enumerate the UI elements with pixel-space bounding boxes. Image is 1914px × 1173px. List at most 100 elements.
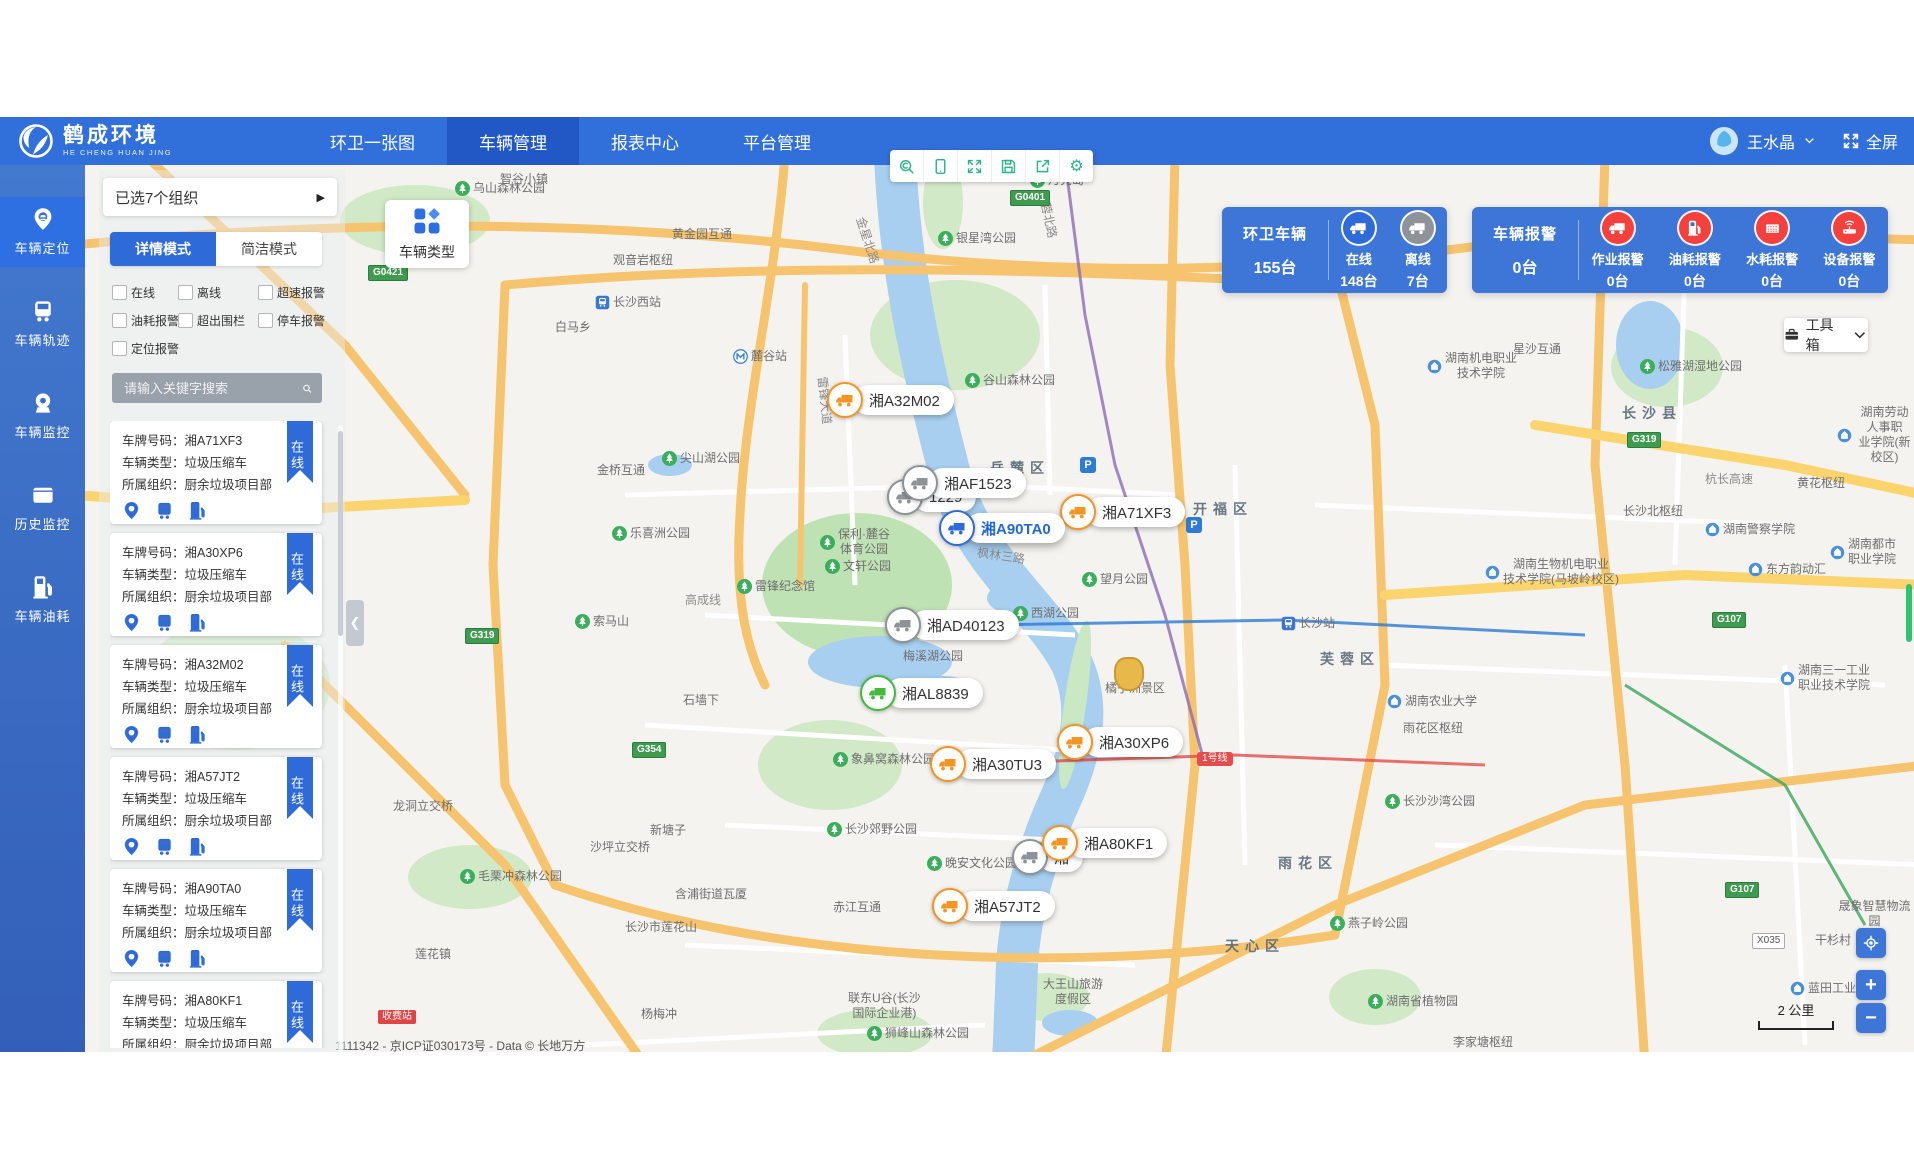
org-selector[interactable]: 已选7个组织 ▶	[103, 178, 337, 216]
share-button[interactable]	[1026, 150, 1060, 182]
toolbox-button[interactable]: 工具箱	[1784, 318, 1868, 352]
nav-tab-1[interactable]: 环卫一张图	[298, 117, 447, 165]
vehicle-track-icon[interactable]	[155, 837, 174, 856]
district-label: 天心区	[1225, 938, 1285, 956]
vehicle-marker[interactable]: 湘A80KF1	[1042, 825, 1167, 861]
checkbox-icon[interactable]	[112, 341, 127, 356]
vehicle-type-button[interactable]: 车辆类型	[385, 200, 469, 268]
truck-marker-icon	[939, 510, 975, 546]
checkbox-icon[interactable]	[258, 285, 273, 300]
vehicle-fuel-icon[interactable]	[188, 501, 207, 520]
marker-plate-label: 湘A30XP6	[1083, 727, 1183, 757]
marker-plate-label: 湘A57JT2	[958, 891, 1055, 921]
vehicle-marker[interactable]: 湘A90TA0	[939, 510, 1065, 546]
map-label: 莲花镇	[415, 947, 451, 962]
expand-button[interactable]	[958, 150, 992, 182]
filter-1[interactable]: 在线	[112, 284, 178, 301]
truck-marker-icon	[1057, 724, 1093, 760]
locate-vehicle-icon[interactable]	[122, 949, 141, 968]
vehicle-fuel-icon[interactable]	[188, 949, 207, 968]
vehicle-marker[interactable]: 湘AL8839	[860, 675, 983, 711]
marker-plate-label: 湘A90TA0	[965, 513, 1065, 543]
vehicle-track-icon[interactable]	[155, 613, 174, 632]
filter-2[interactable]: 离线	[178, 284, 258, 301]
zoom-in-button[interactable]: +	[1856, 970, 1886, 1000]
locate-vehicle-icon[interactable]	[122, 725, 141, 744]
map-label: 尖山湖公园	[662, 451, 740, 466]
nav-tab-3[interactable]: 报表中心	[579, 117, 711, 165]
page-scrollbar-thumb[interactable]	[1906, 584, 1912, 642]
search-input[interactable]	[122, 380, 302, 397]
sidebar-item-2[interactable]: 车辆轨迹	[0, 289, 85, 359]
filter-6[interactable]: 停车报警	[258, 312, 334, 329]
map-label: 梅溪湖公园	[903, 649, 963, 664]
sidebar-item-3[interactable]: 车辆监控	[0, 381, 85, 451]
mode-tab-2[interactable]: 简洁模式	[216, 232, 322, 266]
filter-7[interactable]: 定位报警	[112, 340, 178, 357]
map-label-text: 望月公园	[1100, 572, 1148, 587]
filter-5[interactable]: 超出围栏	[178, 312, 258, 329]
vehicle-marker[interactable]: 湘A32M02	[827, 382, 954, 418]
mode-tab-1[interactable]: 详情模式	[110, 232, 216, 266]
filter-4[interactable]: 油耗报警	[112, 312, 178, 329]
stat-item-value: 0台	[1607, 271, 1629, 291]
list-scrollbar-thumb[interactable]	[338, 431, 343, 636]
park-icon	[1640, 359, 1655, 374]
stats-value: 0台	[1513, 254, 1538, 278]
vehicle-track-icon[interactable]	[155, 949, 174, 968]
vehicle-marker[interactable]: 湘AD40123	[885, 607, 1019, 643]
locate-vehicle-icon[interactable]	[122, 501, 141, 520]
sidebar-item-4[interactable]: 历史监控	[0, 473, 85, 543]
vehicle-marker[interactable]: 湘A71XF3	[1060, 494, 1185, 530]
statue-poi-icon	[1114, 657, 1144, 691]
sidebar-item-1[interactable]: 车辆定位	[0, 197, 85, 267]
park-icon	[1368, 994, 1383, 1009]
vehicle-fuel-icon[interactable]	[188, 837, 207, 856]
vehicle-track-icon[interactable]	[155, 501, 174, 520]
vehicle-card[interactable]: 车牌号码：湘A90TA0车辆类型：垃圾压缩车所属组织：厨余垃圾项目部在线	[110, 869, 322, 972]
vehicle-marker[interactable]: 湘A57JT2	[932, 888, 1055, 924]
list-scrollbar[interactable]	[338, 425, 343, 1052]
vehicle-track-icon[interactable]	[155, 725, 174, 744]
locate-button[interactable]	[1856, 928, 1886, 958]
map-label-text: 开福区	[1193, 501, 1253, 519]
truck-icon	[1341, 210, 1377, 246]
chevron-down-icon[interactable]	[1803, 132, 1816, 150]
sidebar-item-5[interactable]: 车辆油耗	[0, 565, 85, 635]
search-icon[interactable]	[302, 381, 312, 396]
vehicle-card[interactable]: 车牌号码：湘A80KF1车辆类型：垃圾压缩车所属组织：厨余垃圾项目部在线	[110, 981, 322, 1048]
vehicle-fuel-icon[interactable]	[188, 613, 207, 632]
vehicle-fuel-icon[interactable]	[188, 725, 207, 744]
panel-collapse-handle[interactable]: ❮	[346, 600, 364, 646]
vehicle-marker[interactable]: 湘AF1523	[902, 465, 1026, 501]
locate-vehicle-icon[interactable]	[122, 837, 141, 856]
nav-tab-4[interactable]: 平台管理	[711, 117, 843, 165]
vehicle-card[interactable]: 车牌号码：湘A32M02车辆类型：垃圾压缩车所属组织：厨余垃圾项目部在线	[110, 645, 322, 748]
save-button[interactable]	[992, 150, 1026, 182]
zoom-out-button[interactable]: −	[1856, 1003, 1886, 1033]
user-avatar[interactable]	[1709, 126, 1739, 156]
checkbox-icon[interactable]	[112, 285, 127, 300]
nav-tab-2[interactable]: 车辆管理	[447, 117, 579, 165]
settings-button[interactable]: ⚙	[1060, 150, 1093, 182]
vehicle-marker[interactable]: 湘A30XP6	[1057, 724, 1183, 760]
checkbox-icon[interactable]	[258, 313, 273, 328]
zoom-search-button[interactable]	[890, 150, 924, 182]
checkbox-icon[interactable]	[112, 313, 127, 328]
fullscreen-button[interactable]: 全屏	[1842, 129, 1898, 153]
map-label: 杨梅冲	[641, 1007, 677, 1022]
vehicle-card[interactable]: 车牌号码：湘A71XF3车辆类型：垃圾压缩车所属组织：厨余垃圾项目部在线	[110, 421, 322, 524]
checkbox-icon[interactable]	[178, 285, 193, 300]
park-icon	[820, 535, 835, 550]
vehicle-marker[interactable]: 湘A30TU3	[930, 746, 1056, 782]
user-name[interactable]: 王水晶	[1747, 129, 1795, 153]
filter-3[interactable]: 超速报警	[258, 284, 334, 301]
tablet-icon	[932, 158, 949, 175]
vehicle-card[interactable]: 车牌号码：湘A57JT2车辆类型：垃圾压缩车所属组织：厨余垃圾项目部在线	[110, 757, 322, 860]
locate-vehicle-icon[interactable]	[122, 613, 141, 632]
sidebar-item-label: 车辆定位	[14, 238, 70, 257]
checkbox-icon[interactable]	[178, 313, 193, 328]
tablet-button[interactable]	[924, 150, 958, 182]
poi-icon	[1705, 522, 1720, 537]
vehicle-card[interactable]: 车牌号码：湘A30XP6车辆类型：垃圾压缩车所属组织：厨余垃圾项目部在线	[110, 533, 322, 636]
